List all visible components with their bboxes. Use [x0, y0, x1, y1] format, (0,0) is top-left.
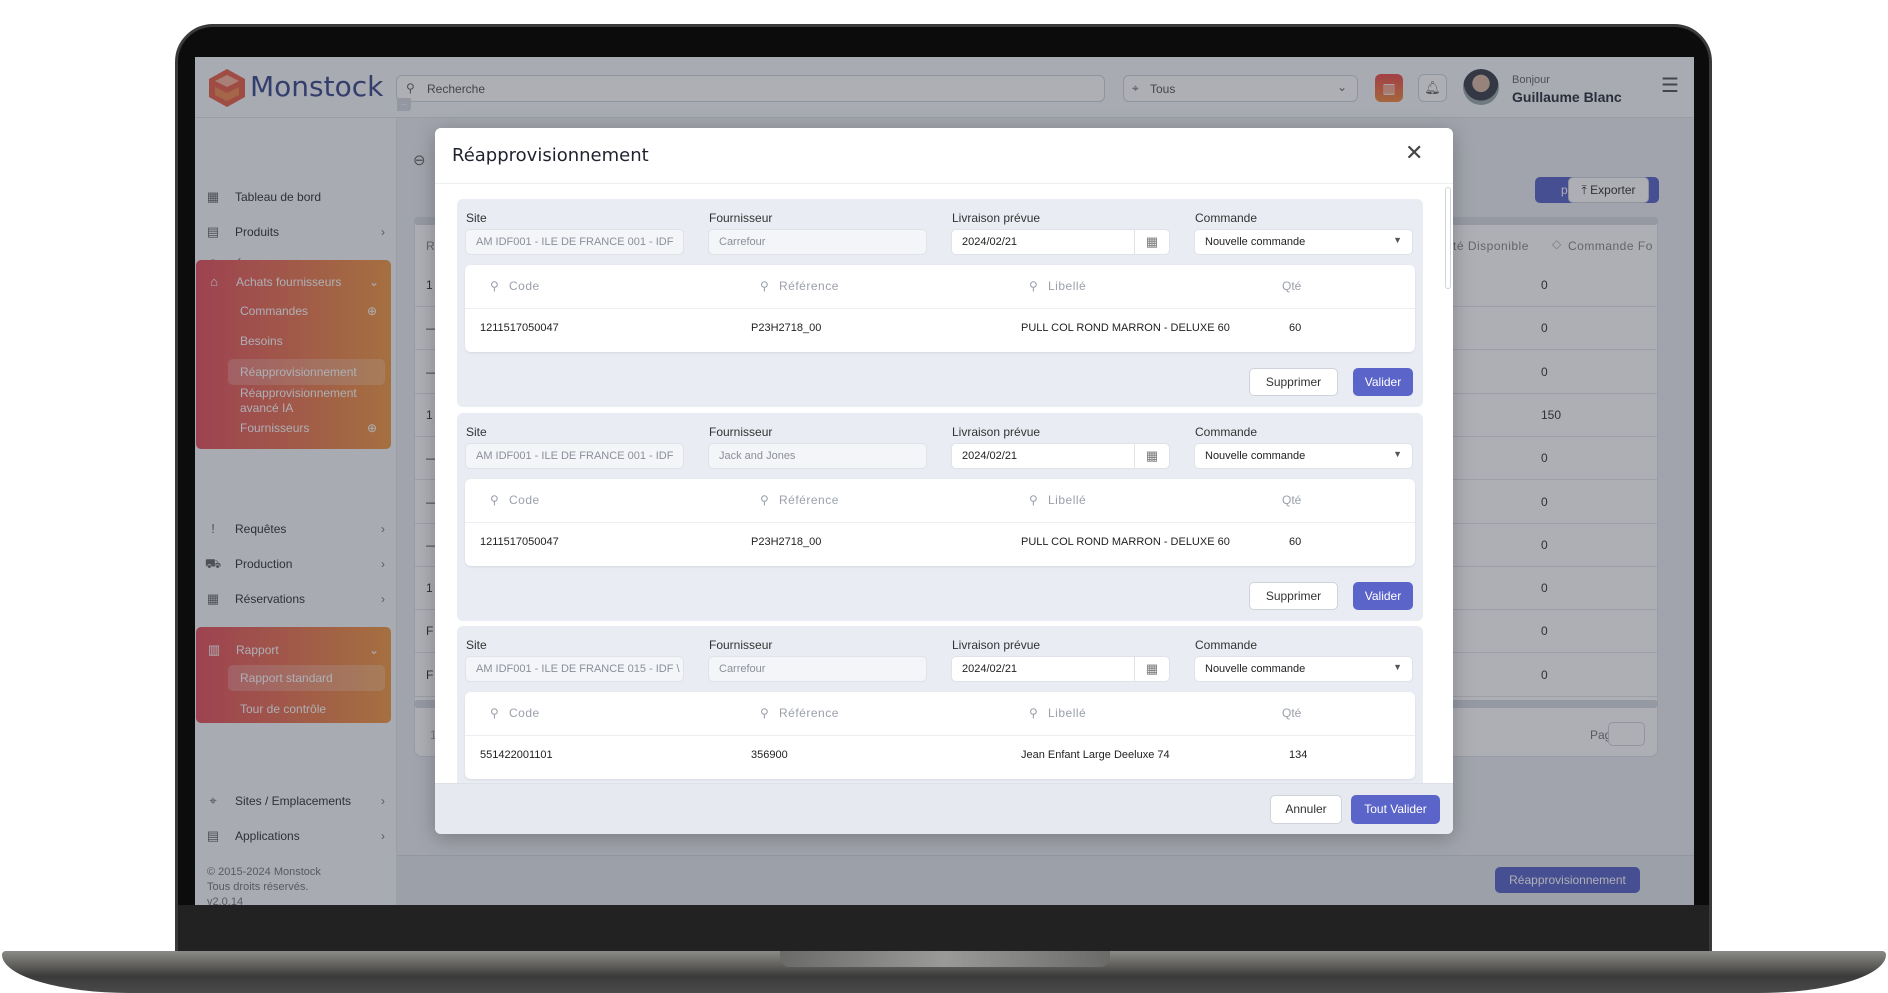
order-select[interactable]: Nouvelle commande ▼	[1194, 229, 1413, 255]
column-header-code[interactable]: Code	[509, 493, 540, 507]
supplier-value: Jack and Jones	[719, 450, 796, 462]
supplier-field[interactable]: Jack and Jones	[708, 443, 927, 469]
search-icon[interactable]: ⚲	[1029, 279, 1038, 293]
laptop-chin	[178, 905, 1709, 951]
cell-qty: 60	[1289, 536, 1302, 548]
items-table: ⚲ Code ⚲ Référence ⚲ Libellé Qté 551422001101 35…	[465, 692, 1415, 779]
delivery-date-field[interactable]: 2024/02/21 ▦	[951, 443, 1170, 469]
column-header-code[interactable]: Code	[509, 279, 540, 293]
order-value: Nouvelle commande	[1205, 450, 1306, 462]
supplier-value: Carrefour	[719, 663, 766, 675]
search-icon[interactable]: ⚲	[490, 493, 499, 507]
caret-down-icon: ▼	[1393, 662, 1402, 672]
column-header-label[interactable]: Libellé	[1048, 493, 1086, 507]
search-icon[interactable]: ⚲	[760, 706, 769, 720]
calendar-icon[interactable]: ▦	[1134, 230, 1169, 254]
search-icon[interactable]: ⚲	[1029, 493, 1038, 507]
search-icon[interactable]: ⚲	[760, 279, 769, 293]
column-header-reference[interactable]: Référence	[779, 279, 839, 293]
cell-code: 1211517050047	[480, 322, 559, 334]
divider	[465, 735, 1415, 736]
column-header-label[interactable]: Libellé	[1048, 706, 1086, 720]
divider	[465, 522, 1415, 523]
laptop-notch	[780, 951, 1110, 967]
delete-button[interactable]: Supprimer	[1249, 582, 1338, 610]
search-icon[interactable]: ⚲	[490, 279, 499, 293]
reapprovisionnement-modal: Réapprovisionnement ✕ Site Fournisseur Liv…	[435, 128, 1453, 834]
close-icon[interactable]: ✕	[1405, 140, 1423, 166]
supplier-field[interactable]: Carrefour	[708, 656, 927, 682]
column-header-reference[interactable]: Référence	[779, 493, 839, 507]
search-icon[interactable]: ⚲	[1029, 706, 1038, 720]
field-label-order: Commande	[1195, 425, 1258, 439]
order-value: Nouvelle commande	[1205, 236, 1306, 248]
cell-label: Jean Enfant Large Deeluxe 74	[1021, 749, 1170, 761]
column-header-qty: Qté	[1282, 706, 1302, 720]
cell-qty: 134	[1289, 749, 1308, 761]
caret-down-icon: ▼	[1393, 235, 1402, 245]
modal-footer: Annuler Tout Valider	[435, 783, 1453, 834]
field-label-order: Commande	[1195, 211, 1258, 225]
divider	[465, 308, 1415, 309]
validate-button[interactable]: Valider	[1353, 582, 1413, 610]
items-table: ⚲ Code ⚲ Référence ⚲ Libellé Qté 1211517050047 P…	[465, 479, 1415, 566]
delivery-date-field[interactable]: 2024/02/21 ▦	[951, 656, 1170, 682]
field-label-site: Site	[466, 638, 487, 652]
cell-code: 551422001101	[480, 749, 553, 761]
order-value: Nouvelle commande	[1205, 663, 1306, 675]
cell-label: PULL COL ROND MARRON - DELUXE 60	[1021, 322, 1230, 334]
site-field[interactable]: AM IDF001 - ILE DE FRANCE 015 - IDF \	[465, 656, 684, 682]
column-header-code[interactable]: Code	[509, 706, 540, 720]
field-label-site: Site	[466, 425, 487, 439]
cell-label: PULL COL ROND MARRON - DELUXE 60	[1021, 536, 1230, 548]
field-label-supplier: Fournisseur	[709, 425, 773, 439]
column-header-qty: Qté	[1282, 493, 1302, 507]
search-icon[interactable]: ⚲	[760, 493, 769, 507]
field-label-delivery: Livraison prévue	[952, 638, 1041, 652]
delivery-date-field[interactable]: 2024/02/21 ▦	[951, 229, 1170, 255]
cell-qty: 60	[1289, 322, 1302, 334]
items-table: ⚲ Code ⚲ Référence ⚲ Libellé Qté 1211517050047 P…	[465, 265, 1415, 352]
validate-button[interactable]: Valider	[1353, 368, 1413, 396]
cancel-button[interactable]: Annuler	[1270, 795, 1342, 824]
cell-reference: P23H2718_00	[751, 322, 822, 334]
modal-title: Réapprovisionnement	[452, 145, 649, 166]
cell-code: 1211517050047	[480, 536, 559, 548]
order-select[interactable]: Nouvelle commande ▼	[1194, 443, 1413, 469]
modal-body: Site Fournisseur Livraison prévue Commande A…	[435, 183, 1453, 783]
cell-reference: 356900	[751, 749, 788, 761]
order-select[interactable]: Nouvelle commande ▼	[1194, 656, 1413, 682]
delete-button[interactable]: Supprimer	[1249, 368, 1338, 396]
column-header-qty: Qté	[1282, 279, 1302, 293]
site-value: AM IDF001 - ILE DE FRANCE 001 - IDF	[476, 236, 674, 248]
column-header-label[interactable]: Libellé	[1048, 279, 1086, 293]
field-label-delivery: Livraison prévue	[952, 211, 1041, 225]
column-header-reference[interactable]: Référence	[779, 706, 839, 720]
caret-down-icon: ▼	[1393, 449, 1402, 459]
field-label-delivery: Livraison prévue	[952, 425, 1041, 439]
supplier-value: Carrefour	[719, 236, 766, 248]
site-field[interactable]: AM IDF001 - ILE DE FRANCE 001 - IDF	[465, 229, 684, 255]
validate-all-button[interactable]: Tout Valider	[1351, 795, 1440, 824]
replenishment-section: Site Fournisseur Livraison prévue Commande A…	[457, 199, 1423, 407]
replenishment-section: Site Fournisseur Livraison prévue Commande A…	[457, 413, 1423, 621]
field-label-site: Site	[466, 211, 487, 225]
field-label-supplier: Fournisseur	[709, 211, 773, 225]
site-field[interactable]: AM IDF001 - ILE DE FRANCE 001 - IDF	[465, 443, 684, 469]
replenishment-section: Site Fournisseur Livraison prévue Commande A…	[457, 626, 1423, 783]
calendar-icon[interactable]: ▦	[1134, 657, 1169, 681]
site-value: AM IDF001 - ILE DE FRANCE 001 - IDF	[476, 450, 674, 462]
field-label-supplier: Fournisseur	[709, 638, 773, 652]
modal-scrollbar[interactable]	[1445, 187, 1451, 289]
site-value: AM IDF001 - ILE DE FRANCE 015 - IDF \	[476, 663, 680, 675]
field-label-order: Commande	[1195, 638, 1258, 652]
cell-reference: P23H2718_00	[751, 536, 822, 548]
supplier-field[interactable]: Carrefour	[708, 229, 927, 255]
calendar-icon[interactable]: ▦	[1134, 444, 1169, 468]
search-icon[interactable]: ⚲	[490, 706, 499, 720]
